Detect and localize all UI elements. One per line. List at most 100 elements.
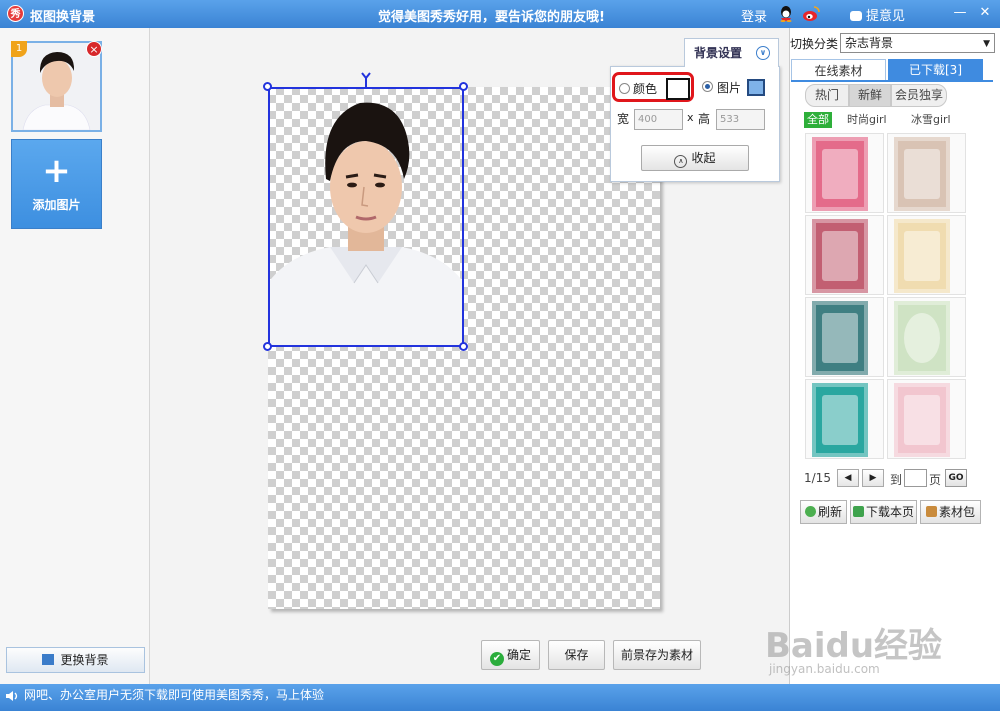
chevron-down-icon[interactable]: ∨ [756,46,770,60]
color-swatch[interactable] [666,78,690,100]
image-label: 图片 [717,81,742,95]
filter-fashion-girl[interactable]: 时尚girl [847,112,887,128]
tab-online-materials[interactable]: 在线素材 [791,59,886,81]
subtab-hot[interactable]: 热门 [805,84,849,107]
poster-inner-panel [904,231,940,281]
close-button[interactable]: ✕ [977,5,993,21]
material-pack-button[interactable]: 素材包 [920,500,981,524]
material-thumbnail[interactable] [887,379,966,459]
material-thumbnail[interactable] [805,133,884,213]
color-label: 颜色 [633,82,658,96]
material-thumbnail[interactable] [887,215,966,295]
page-unit-label: 页 [929,473,942,487]
feedback-button[interactable]: 提意见 [850,5,905,24]
login-link[interactable]: 登录 [741,6,767,25]
lace-frame [894,219,950,293]
refresh-icon [804,506,816,517]
confirm-label: 确定 [506,648,531,662]
package-icon [925,506,937,517]
download-page-button[interactable]: 下载本页 [850,500,917,524]
collapse-label: 收起 [691,151,716,165]
tab-underline [791,80,993,82]
filter-all[interactable]: 全部 [804,112,832,128]
image-radio[interactable] [702,81,713,92]
category-select[interactable]: 杂志背景 ▼ [840,33,995,53]
page-indicator: 1/15 [804,471,831,485]
material-thumbnail[interactable] [805,297,884,377]
subtab-new[interactable]: 新鲜 [849,84,891,107]
speech-bubble-icon [850,11,862,21]
save-foreground-button[interactable]: 前景存为素材 [613,640,701,670]
color-radio[interactable] [619,83,630,94]
material-thumbnail[interactable] [887,133,966,213]
prev-page-button[interactable]: ◀ [837,469,859,487]
window-title: 抠图换背景 [30,10,96,25]
poster-inner-panel [904,313,940,363]
poster-inner-panel [822,149,858,199]
ice-cream-poster-2 [894,137,950,211]
goto-label: 到 [890,473,903,487]
speaker-icon [6,691,18,701]
minimize-button[interactable]: — [952,5,968,21]
tab-downloaded[interactable]: 已下载[3] [888,59,983,81]
category-label: 切换分类 [790,37,839,51]
material-thumbnail[interactable] [805,215,884,295]
category-value: 杂志背景 [845,36,894,50]
save-button[interactable]: 保存 [548,640,605,670]
dropdown-arrow-icon: ▼ [983,39,990,49]
page-number-input[interactable] [904,469,927,487]
cupcake-poster [812,219,868,293]
resize-handle-top-right[interactable] [459,82,468,91]
times-sign: x [687,111,694,124]
resize-handle-top-left[interactable] [263,82,272,91]
poster-inner-panel [822,313,858,363]
height-input[interactable]: 533 [716,109,765,130]
qq-icon[interactable] [778,5,794,22]
confirm-button[interactable]: ✔ 确定 [481,640,540,670]
next-page-button[interactable]: ▶ [862,469,884,487]
feedback-label: 提意见 [866,9,906,24]
collapse-button[interactable]: ∧ 收起 [641,145,749,171]
change-background-label: 更换背景 [60,653,109,667]
title-bar: 秀 抠图换背景 觉得美图秀秀好用，要告诉您的朋友哦! 登录 提意见 — ✕ [0,0,1000,28]
background-settings-tab[interactable]: 背景设置 ∨ [684,38,779,67]
material-thumbnail[interactable] [805,379,884,459]
material-thumbnail[interactable] [887,297,966,377]
check-icon: ✔ [489,652,504,666]
refresh-button[interactable]: 刷新 [800,500,847,524]
picture-icon[interactable] [747,79,765,96]
oval-frame [894,301,950,375]
poster-inner-panel [904,395,940,445]
chevron-up-icon: ∧ [674,155,688,168]
weibo-icon[interactable] [802,5,820,22]
height-label: 高 [698,112,711,126]
resize-handle-bottom-right[interactable] [459,342,468,351]
butterfly-frame [812,383,868,457]
subtab-vip[interactable]: 会员独享 [891,84,947,107]
width-label: 宽 [617,112,630,126]
status-bar: 网吧、办公室用户无须下载即可使用美图秀秀，马上体验 [0,684,1000,711]
poster-inner-panel [904,149,940,199]
resize-handle-bottom-left[interactable] [263,342,272,351]
poster-inner-panel [822,231,858,281]
change-background-button[interactable]: 更换背景 [6,647,145,673]
picture-icon [42,654,55,665]
app-logo-icon: 秀 [7,5,24,22]
go-button[interactable]: GO [945,469,967,487]
main-area: 1 × + 添加图片 更换背景 ✔确定 保存 前景存为素材 背景设置 ∨ 颜色 [0,28,1000,684]
add-photo-button[interactable]: + 添加图片 [11,139,102,229]
background-settings-title: 背景设置 [694,46,743,60]
flower-frame-pink [894,383,950,457]
rotate-handle-icon[interactable] [361,72,371,88]
width-input[interactable]: 400 [634,109,683,130]
status-message: 网吧、办公室用户无须下载即可使用美图秀秀，马上体验 [24,688,325,702]
material-pack-label: 素材包 [938,505,975,519]
selection-box[interactable] [268,87,464,347]
plus-icon: + [42,151,71,191]
download-page-label: 下载本页 [865,505,914,519]
remove-thumbnail-icon[interactable]: × [86,41,102,57]
slogan-text: 觉得美图秀秀好用，要告诉您的朋友哦! [378,10,605,25]
poster-inner-panel [822,395,858,445]
filter-ice-girl[interactable]: 冰雪girl [911,112,951,128]
download-arrow-icon [852,506,864,517]
